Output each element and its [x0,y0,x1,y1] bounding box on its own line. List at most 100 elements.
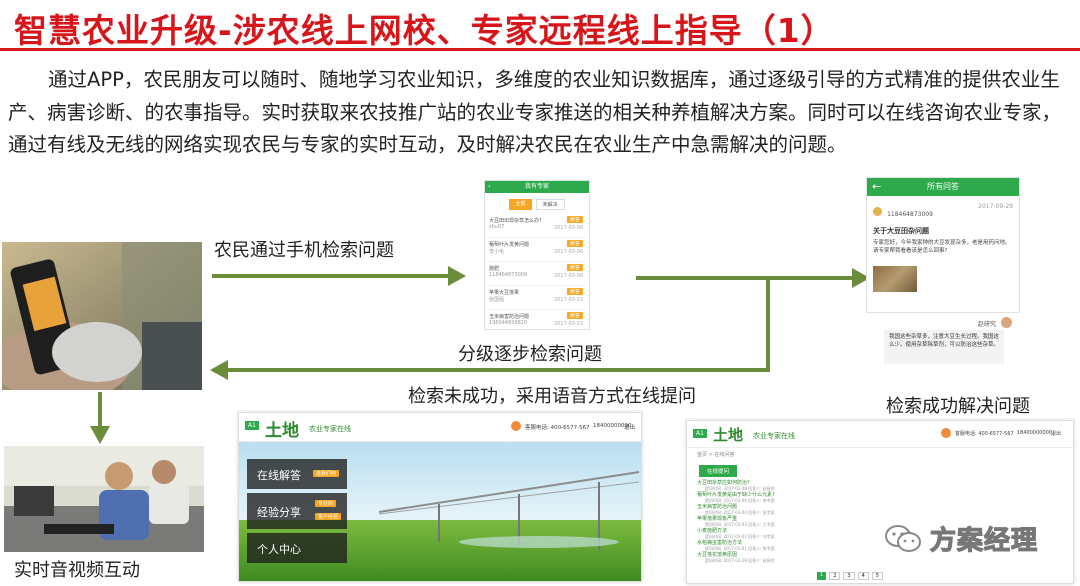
page-3[interactable]: 3 [843,572,855,580]
expert-answer-card: 赵研究 我国这些杂草多，注意大豆生长过程。我国这么少。使用杂草除草剂，可以防治这… [880,316,1016,372]
question-body: 专家您好，今年我家种的大豆发现杂多，老是用药问地。请专家帮我看看该是怎么回事? [873,240,1011,254]
menu-label: 在线解答 [257,469,301,482]
list-item[interactable]: 苹果大豆落果 张国强 解答 2017-03-03 [489,286,585,310]
expert-online-homepage: A1 土地 农业专家在线 客服电话: 400-6577-567 18400000… [238,412,642,582]
row-meta: 提问时间: 2017-02-28 回答人: 赵研究 [705,558,775,563]
site-logo[interactable]: 土地 [265,416,299,441]
site-subtitle: 农业专家在线 [309,425,351,433]
asker-name: 118464873009 [887,211,933,218]
app-header: ← 所有问答 [867,178,1019,196]
arrow-back-head [210,360,228,380]
question-photo[interactable] [873,266,917,292]
side-menu: 在线解答 选我们吧 经验分享 专业的 客户经验 个人中心 [247,459,347,563]
expert-online-qa-page: A1 土地 农业专家在线 客服电话: 400-6577-567 18400000… [686,420,1074,584]
question-user: shu07 [489,224,505,230]
logout-link[interactable]: 退出 [1051,430,1061,437]
search-by-phone-label: 农民通过手机检索问题 [214,240,394,261]
list-item[interactable]: 葡萄叶片发黄问题 李小毛 解答 2017-03-06 [489,238,585,262]
list-item[interactable]: 施肥 118464873009 解答 2017-03-08 [489,262,585,286]
branch-vertical-line [766,278,770,372]
arrow-to-phone2-line [636,276,856,280]
service-phone: 客服电话: 400-6577-567 [955,431,1014,437]
row-question[interactable]: 大豆田杂草应如何防治? [697,479,1063,486]
app-header: ‹ 我有专家 [485,181,589,193]
question-user: 张国强 [489,297,505,303]
pagination: 1 2 3 4 5 [817,572,883,580]
row-question[interactable]: 玉米病害防治问题 [697,503,1063,510]
site-logo[interactable]: 土地 [713,424,743,445]
menu-personal-center[interactable]: 个人中心 [247,533,347,563]
page-4[interactable]: 4 [857,572,869,580]
back-arrow-icon[interactable]: ‹ [488,181,490,193]
breadcrumb[interactable]: 首页 > 在线问答 [697,451,1073,458]
answer-tag[interactable]: 解答 [566,264,583,271]
title-underline [0,48,1080,51]
account-link[interactable]: 18400000000 [1017,430,1052,436]
search-success-label: 检索成功解决问题 [886,396,1030,417]
logo-badge: A1 [693,429,707,438]
tab-unsolved[interactable]: 未解决 [535,199,565,210]
question-date: 2017-03-06 [553,249,583,255]
page-title: 智慧农业升级-涉农线上网校、专家远程线上指导（1） [14,11,835,50]
question-text: 大豆田出现杂草怎么办? [489,218,542,224]
arrow-down-head [90,426,110,444]
question-date: 2017-03-03 [553,321,583,327]
question-text: 苹果大豆落果 [489,290,520,296]
ask-question-button[interactable]: 在线提问 [699,465,738,477]
arrow-back-line [226,368,770,372]
expert-answer-text: 我国这些杂草多，注意大豆生长过程。我国这么少。使用杂草除草剂，可以防治这些杂草。 [884,330,1004,364]
step-search-label: 分级逐步检索问题 [458,344,602,365]
question-list: 大豆田出现杂草怎么办? shu07 解答 2017-03-08 葡萄叶片发黄问题… [485,214,589,333]
question-text: 葡萄叶片发黄问题 [489,242,530,248]
question-text: 施肥 [489,266,500,272]
page-2[interactable]: 2 [829,572,841,580]
menu-online-answer[interactable]: 在线解答 选我们吧 [247,459,347,489]
wechat-icon [885,524,921,552]
page-5[interactable]: 5 [871,572,883,580]
user-icon [941,428,951,438]
row-question[interactable]: 葡萄叶片发黄是由于缺少什么元素? [697,491,1063,498]
arrow-to-phone1-head [448,266,466,286]
watermark-text: 方案经理 [929,525,1039,556]
question-date: 2017-03-03 [553,297,583,303]
logout-link[interactable]: 退出 [624,423,635,431]
question-user: 136044838820 [489,320,528,326]
list-item[interactable]: 玉米病害防治问题 136044838820 解答 2017-03-03 [489,310,585,333]
expert-name: 赵研究 [977,321,996,328]
app-answer-detail-screen: ← 所有问答 118464873009 2017-09-29 关于大豆田杂问题 … [866,177,1020,313]
video-interaction-photo [4,446,204,552]
menu-tag[interactable]: 客户经验 [315,513,342,520]
menu-experience-share[interactable]: 经验分享 专业的 客户经验 [247,493,347,529]
question-title: 关于大豆田杂问题 [873,227,929,235]
answer-tag[interactable]: 解答 [566,216,583,223]
user-icon [511,421,521,431]
menu-label: 经验分享 [257,506,301,519]
avatar [873,207,882,216]
menu-tag[interactable]: 专业的 [315,500,337,507]
app-question-list-screen: ‹ 我有专家 全部 未解决 大豆田出现杂草怎么办? shu07 解答 2017-… [484,180,590,330]
arrow-down-line [98,392,102,428]
back-arrow-icon[interactable]: ← [872,178,881,196]
question-user: 118464873009 [489,272,528,278]
answer-tag[interactable]: 解答 [566,288,583,295]
site-subtitle: 农业专家在线 [753,432,795,440]
question-date: 2017-03-08 [553,273,583,279]
realtime-av-label: 实时音视频互动 [14,560,140,581]
question-date: 2017-03-08 [553,225,583,231]
answer-tag[interactable]: 解答 [566,240,583,247]
app-header-title: 我有专家 [524,183,549,190]
web-header: A1 土地 农业专家在线 客服电话: 400-6577-567 18400000… [687,421,1073,448]
web-header: A1 土地 农业专家在线 客服电话: 400-6577-567 18400000… [239,413,641,442]
page-1[interactable]: 1 [817,572,827,580]
search-fail-label: 检索未成功，采用语音方式在线提问 [408,386,696,407]
list-item[interactable]: 葡萄叶片发黄是由于缺少什么元素? 提问时间: 2017-03-06 回答人: 李… [697,491,1063,503]
watermark: 方案经理 [884,520,1038,557]
menu-tag[interactable]: 选我们吧 [313,470,340,477]
list-item[interactable]: 大豆田出现杂草怎么办? shu07 解答 2017-03-08 [489,214,585,238]
list-item[interactable]: 玉米病害防治问题 提问时间: 2017-03-04 回答人: 张专家 [697,503,1063,515]
phone-hand-photo [2,242,202,390]
service-phone: 客服电话: 400-6577-567 [525,425,590,431]
tab-all[interactable]: 全部 [509,199,532,210]
answer-tag[interactable]: 解答 [566,312,583,319]
list-item[interactable]: 大豆田杂草应如何防治? 提问时间: 2017-03-08 回答人: 赵研究 [697,479,1063,491]
